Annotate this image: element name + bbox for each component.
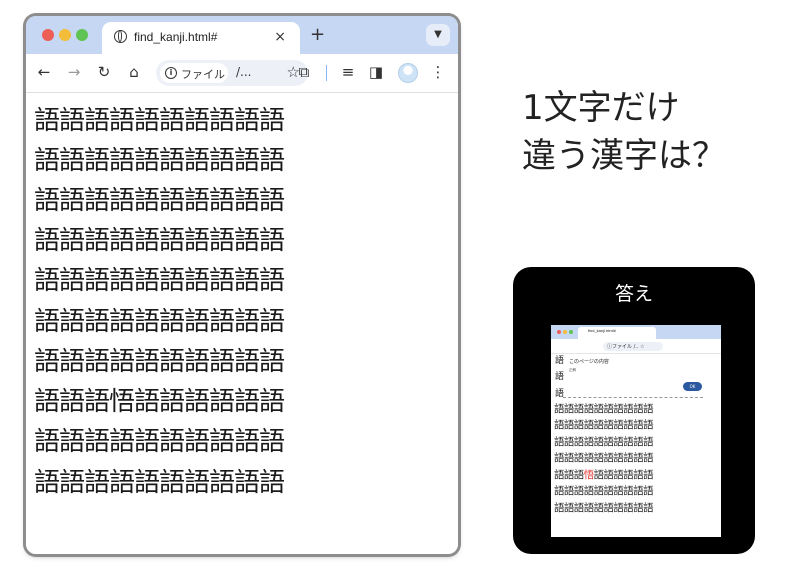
mini-address-bar: ⓘファイル /.. ☆ (603, 342, 663, 351)
tab-close-icon[interactable]: × (274, 28, 286, 46)
mini-tab: find_kanji.html# (578, 327, 656, 339)
tab-title: find_kanji.html# (134, 30, 218, 44)
address-bar[interactable]: i ファイル /... ☆ (156, 60, 308, 86)
site-info-label: ファイル (181, 68, 225, 81)
kanji-row-3: 語語語語語語語語語語 (34, 186, 285, 216)
zoom-window-button[interactable] (76, 29, 88, 41)
kanji-row-2: 語語語語語語語語語語 (34, 146, 285, 176)
kanji-row-1: 語語語語語語語語語語 (34, 106, 285, 136)
mini-address-text: ⓘファイル /.. ☆ (607, 344, 645, 350)
mini-dialog-kanji-2: 語 (555, 372, 565, 382)
question-line-1: 1文字だけ (522, 88, 680, 128)
home-icon[interactable]: ⌂ (124, 62, 144, 82)
mini-row-highlight-prefix: 語語語 (554, 469, 584, 481)
kanji-row-8: 語語語悟語語語語語語 (34, 387, 285, 417)
reading-list-icon[interactable]: ≡ (338, 62, 358, 82)
toolbar: ← → ↻ ⌂ i ファイル /... ☆ ⧉ ≡ ◨ ⋮ (26, 54, 458, 93)
mini-tab-title: find_kanji.html# (588, 328, 616, 333)
new-tab-button[interactable]: + (310, 25, 325, 45)
mini-tab-bar: find_kanji.html# (551, 325, 721, 339)
side-panel-icon[interactable]: ◨ (366, 62, 386, 82)
mini-divider (563, 397, 703, 398)
mini-row-highlight-suffix: 語語語語語語 (593, 469, 654, 481)
address-text: /... (236, 65, 252, 79)
mini-row-7: 語語語語語語語語語語 (554, 502, 654, 514)
question-line-2: 違う漢字は？ (522, 136, 726, 176)
answer-card: 答え find_kanji.html# ⓘファイル /.. ☆ 語 語 語 この… (513, 267, 755, 554)
mini-minimize-dot (563, 330, 567, 334)
mini-row-6: 語語語語語語語語語語 (554, 485, 654, 497)
tab-search-button[interactable]: ▼ (426, 24, 450, 46)
close-window-button[interactable] (42, 29, 54, 41)
chevron-down-icon: ▼ (434, 29, 442, 40)
menu-icon[interactable]: ⋮ (428, 62, 448, 82)
kanji-row-9: 語語語語語語語語語語 (34, 427, 285, 457)
mini-row-2: 語語語語語語語語語語 (554, 419, 654, 431)
mini-row-1: 語語語語語語語語語語 (554, 403, 654, 415)
kanji-row-6: 語語語語語語語語語語 (34, 307, 285, 337)
mini-row-3: 語語語語語語語語語語 (554, 436, 654, 448)
mini-toolbar: ⓘファイル /.. ☆ (551, 339, 721, 354)
toolbar-divider (326, 65, 327, 81)
mini-zoom-dot (569, 330, 573, 334)
kanji-row-4: 語語語語語語語語語語 (34, 226, 285, 256)
kanji-row-10: 語語語語語語語語語語 (34, 468, 285, 498)
minimize-window-button[interactable] (59, 29, 71, 41)
kanji-row-5: 語語語語語語語語語語 (34, 266, 285, 296)
stage: find_kanji.html# × + ▼ ← → ↻ ⌂ i ファイル /.… (0, 0, 800, 567)
answer-title: 答え (614, 283, 653, 305)
forward-icon[interactable]: → (64, 62, 84, 82)
odd-kanji-highlight: 悟 (583, 469, 595, 481)
extensions-icon[interactable]: ⧉ (294, 62, 314, 82)
mini-row-highlight: 語語語悟語語語語語語 (554, 469, 654, 481)
globe-icon (114, 30, 127, 43)
mini-close-dot (557, 330, 561, 334)
browser-window: find_kanji.html# × + ▼ ← → ↻ ⌂ i ファイル /.… (26, 16, 458, 554)
info-icon: i (165, 67, 177, 79)
mini-ok-button: OK (683, 382, 702, 391)
tab-find-kanji[interactable]: find_kanji.html# × (102, 22, 300, 54)
mini-dialog-kanji-1: 語 (555, 356, 565, 366)
answer-screenshot: find_kanji.html# ⓘファイル /.. ☆ 語 語 語 このページ… (551, 325, 721, 537)
mini-dialog-title: このページの内容 (569, 359, 609, 365)
page-content: 語語語語語語語語語語 語語語語語語語語語語 語語語語語語語語語語 語語語語語語語… (26, 93, 458, 554)
tab-bar: find_kanji.html# × + ▼ (26, 16, 458, 54)
site-info-chip[interactable]: i ファイル (160, 63, 228, 83)
kanji-row-7: 語語語語語語語語語語 (34, 347, 285, 377)
mini-dialog-subtitle: 正解 (569, 368, 576, 372)
profile-avatar[interactable] (398, 63, 418, 83)
back-icon[interactable]: ← (34, 62, 54, 82)
reload-icon[interactable]: ↻ (94, 62, 114, 82)
mini-row-4: 語語語語語語語語語語 (554, 452, 654, 464)
